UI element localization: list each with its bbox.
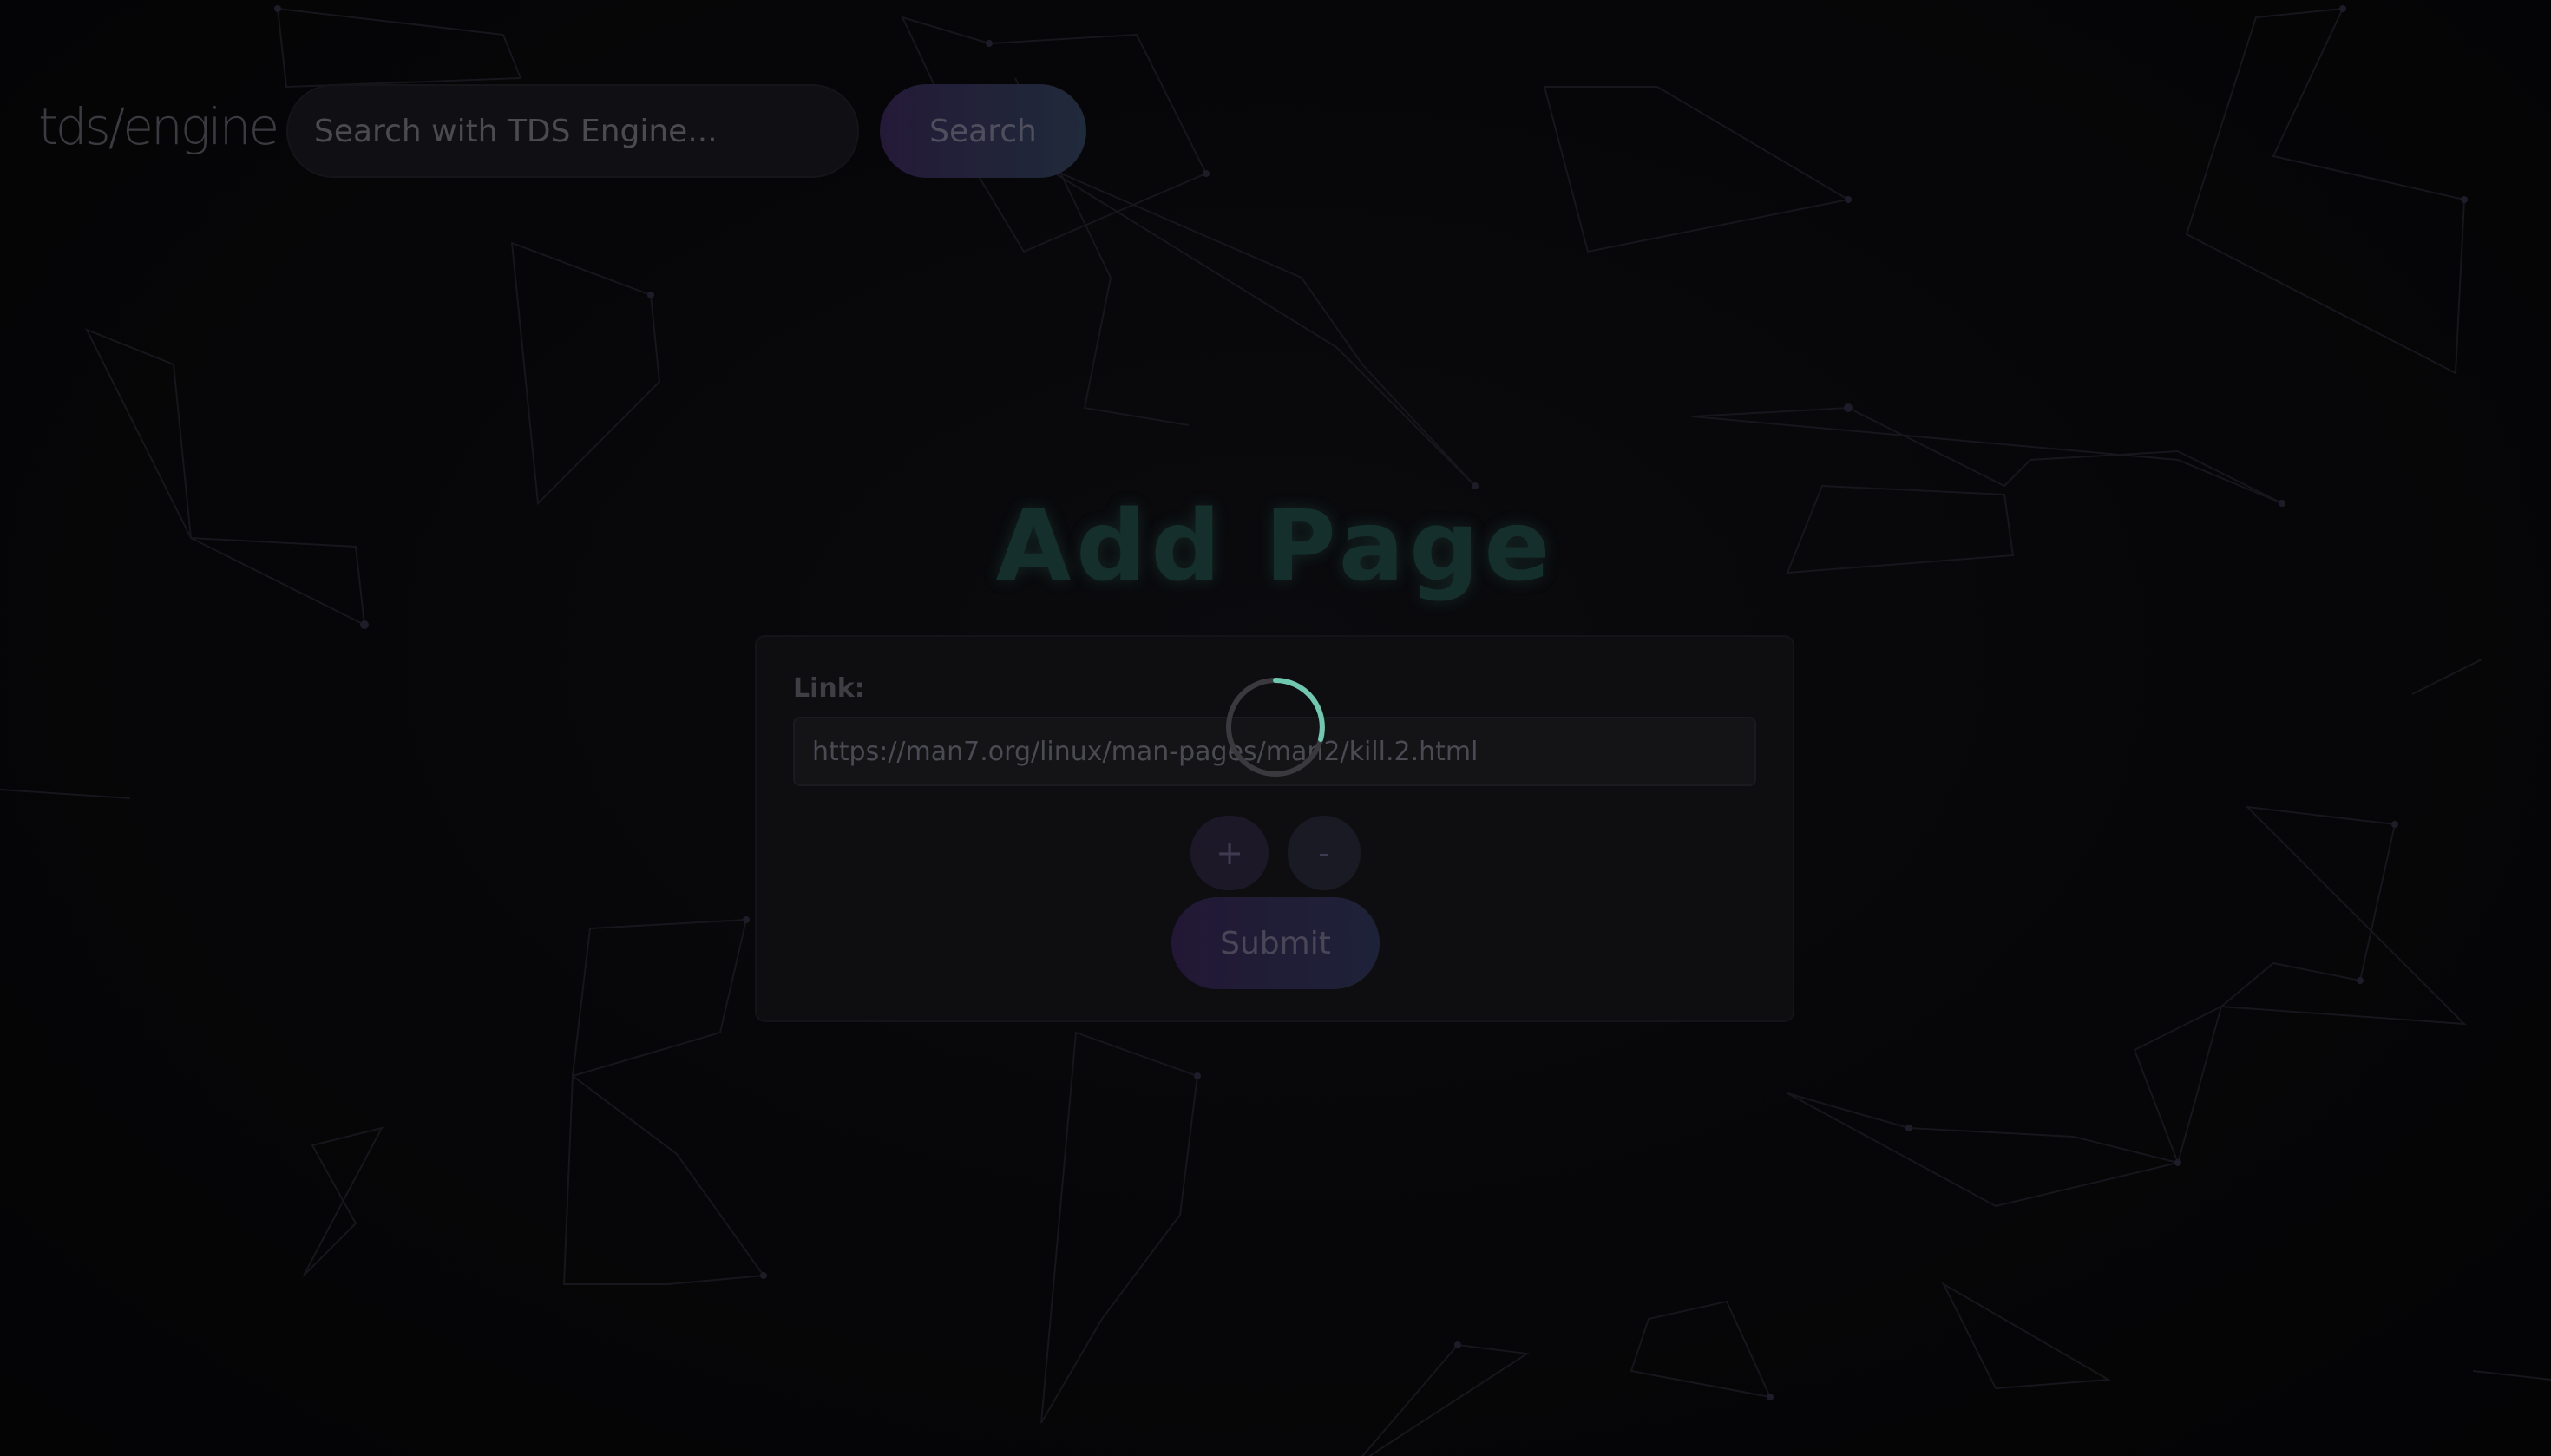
link-label: Link:	[793, 673, 865, 704]
submit-button[interactable]: Submit	[1171, 897, 1380, 989]
add-link-button[interactable]: +	[1190, 816, 1269, 890]
logo[interactable]: tds/engine	[38, 94, 279, 160]
page: tds/engine Search Add Page Link: + - Sub…	[0, 0, 2551, 1456]
header: tds/engine Search	[0, 0, 2551, 178]
search-input[interactable]	[286, 84, 859, 178]
page-title: Add Page	[995, 490, 1556, 603]
remove-link-button[interactable]: -	[1288, 816, 1361, 890]
loading-spinner-icon	[1226, 678, 1325, 777]
search-button[interactable]: Search	[880, 84, 1086, 178]
